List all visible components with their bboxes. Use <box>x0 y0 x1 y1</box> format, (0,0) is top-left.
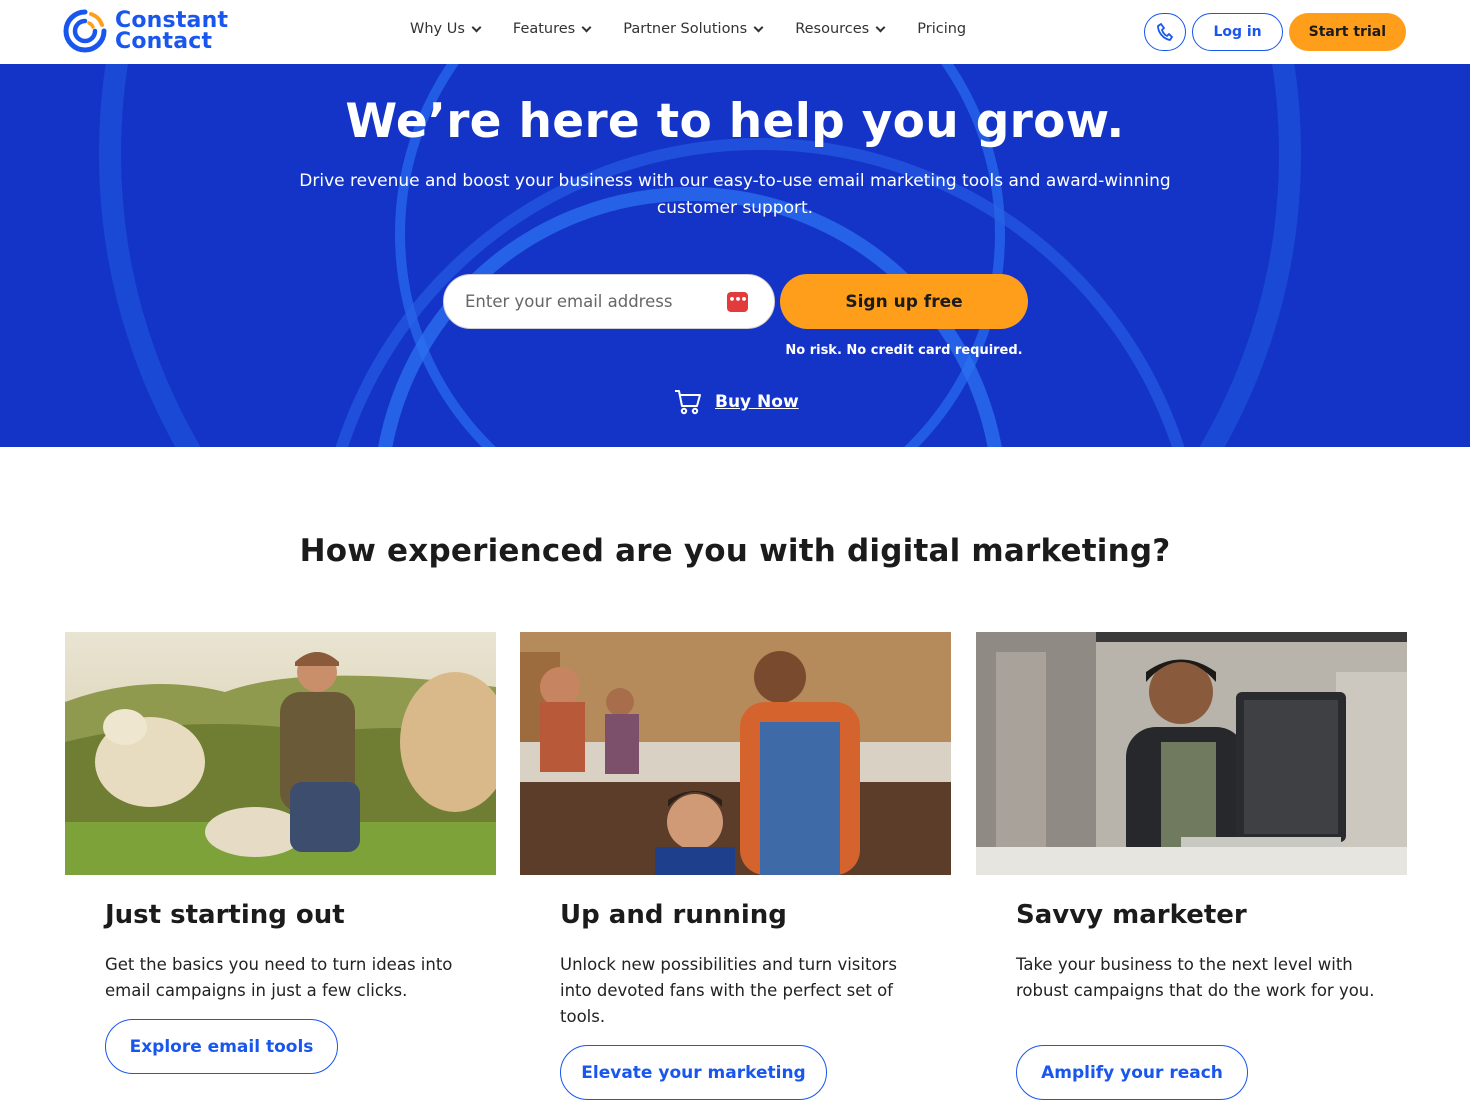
buy-now-link[interactable]: Buy Now <box>715 392 799 412</box>
login-button[interactable]: Log in <box>1192 13 1283 51</box>
phone-icon <box>1157 23 1174 41</box>
chevron-down-icon <box>471 22 482 32</box>
card-title: Savvy marketer <box>1016 900 1247 930</box>
hero-title: We’re here to help you grow. <box>345 94 1125 149</box>
experience-card-intermediate: Up and running Unlock new possibilities … <box>520 632 951 1100</box>
brand-line1: Constant <box>115 8 229 33</box>
menu-item-partner-solutions[interactable]: Partner Solutions <box>623 21 764 37</box>
email-field-wrapper: ••• <box>443 274 775 329</box>
phone-button[interactable] <box>1144 13 1187 51</box>
brand-line2: Contact <box>115 29 213 54</box>
menu-item-label: Features <box>512 21 576 37</box>
chevron-down-icon <box>875 22 886 32</box>
menu-item-label: Why Us <box>410 21 465 37</box>
barber-cutting-hair-photo <box>520 632 951 875</box>
brand-logo[interactable]: Constant Contact <box>62 8 228 54</box>
menu-item-resources[interactable]: Resources <box>795 21 886 37</box>
email-input[interactable] <box>465 292 705 311</box>
main-menu: Why Us Features Partner Solutions Resour… <box>410 21 999 37</box>
card-title: Up and running <box>560 900 787 930</box>
menu-item-label: Resources <box>795 21 870 37</box>
menu-item-pricing[interactable]: Pricing <box>917 21 966 37</box>
shopping-cart-icon <box>675 390 701 415</box>
menu-item-why-us[interactable]: Why Us <box>410 21 482 37</box>
brand-wordmark: Constant Contact <box>115 8 229 54</box>
constant-contact-logo-icon <box>63 9 107 53</box>
hero-subtitle: Drive revenue and boost your business wi… <box>299 171 1171 218</box>
card-title: Just starting out <box>105 900 345 930</box>
section-title: How experienced are you with digital mar… <box>299 533 1171 569</box>
nav-actions: Log in Start trial <box>1144 13 1406 51</box>
card-description: Take your business to the next level wit… <box>1016 955 1375 1000</box>
hero-banner: We’re here to help you grow. Drive reven… <box>0 64 1470 447</box>
top-nav: Constant Contact Why Us Features Partner… <box>0 0 1470 64</box>
elevate-your-marketing-button[interactable]: Elevate your marketing <box>560 1045 827 1100</box>
chevron-down-icon <box>581 22 592 32</box>
card-description: Unlock new possibilities and turn visito… <box>560 955 897 1026</box>
signup-free-button[interactable]: Sign up free <box>780 274 1028 329</box>
experience-card-beginner: Just starting out Get the basics you nee… <box>65 632 496 1074</box>
amplify-your-reach-button[interactable]: Amplify your reach <box>1016 1045 1248 1100</box>
start-trial-button[interactable]: Start trial <box>1288 13 1406 51</box>
menu-item-label: Partner Solutions <box>623 21 748 37</box>
experience-card-advanced: Savvy marketer Take your business to the… <box>976 632 1407 1100</box>
no-risk-note: No risk. No credit card required. <box>785 343 1023 358</box>
password-manager-icon[interactable]: ••• <box>727 292 748 312</box>
explore-email-tools-button[interactable]: Explore email tools <box>105 1019 338 1074</box>
farmer-with-goats-photo <box>65 632 496 875</box>
card-description: Get the basics you need to turn ideas in… <box>105 955 453 1000</box>
menu-item-label: Pricing <box>917 21 967 37</box>
buy-now-link-wrapper: Buy Now <box>674 388 799 416</box>
menu-item-features[interactable]: Features <box>512 21 592 37</box>
woman-at-computer-photo <box>976 632 1407 875</box>
chevron-down-icon <box>753 22 764 32</box>
